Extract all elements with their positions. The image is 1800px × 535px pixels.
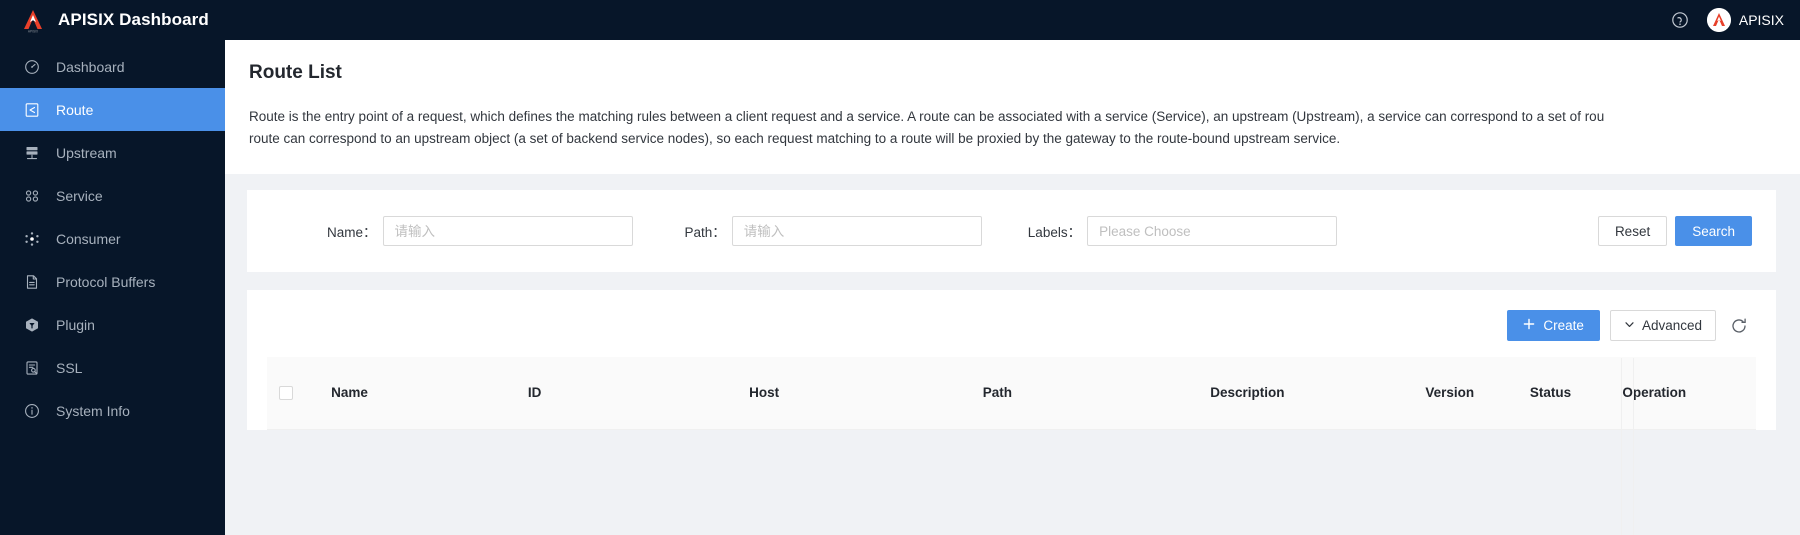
search-input-name[interactable] [382, 216, 633, 246]
column-header-host[interactable]: Host [739, 357, 973, 430]
create-button-label: Create [1543, 318, 1584, 333]
labels-field-group: Labels： [1027, 216, 1338, 246]
search-actions: Reset Search [1597, 216, 1752, 246]
sidebar-item-consumer[interactable]: Consumer [0, 217, 225, 260]
sidebar-item-label: Upstream [56, 144, 117, 161]
path-field-group: Path： [685, 216, 982, 246]
question-circle-icon[interactable] [1671, 11, 1689, 29]
ssl-icon [24, 360, 40, 376]
sidebar-item-label: System Info [56, 402, 130, 419]
create-button[interactable]: Create [1507, 310, 1600, 341]
sidebar-item-plugin[interactable]: Plugin [0, 303, 225, 346]
search-button[interactable]: Search [1675, 216, 1752, 246]
sidebar-item-service[interactable]: Service [0, 174, 225, 217]
sidebar-item-label: SSL [56, 359, 83, 376]
search-input-path[interactable] [731, 216, 982, 246]
column-header-operation[interactable]: Operation [1608, 357, 1756, 430]
reset-button[interactable]: Reset [1597, 216, 1668, 246]
page-header: Route List Route is the entry point of a… [225, 40, 1800, 174]
info-circle-icon [24, 403, 40, 419]
service-icon [24, 188, 40, 204]
advanced-button[interactable]: Advanced [1609, 310, 1716, 341]
sidebar-item-dashboard[interactable]: Dashboard [0, 45, 225, 88]
table-column-divider-right [1633, 358, 1634, 535]
advanced-button-label: Advanced [1641, 318, 1702, 333]
file-icon [24, 274, 40, 290]
plus-icon [1523, 318, 1535, 333]
page-description-line-1: Route is the entry point of a request, w… [249, 109, 1605, 124]
search-row: Name： Path： Labels： Reset Search [275, 216, 1752, 246]
page-description: Route is the entry point of a request, w… [249, 106, 1776, 150]
sidebar: APISIX APISIX Dashboard Dashboard Route … [0, 0, 225, 535]
column-header-version[interactable]: Version [1415, 357, 1520, 430]
search-panel: Name： Path： Labels： Reset Search [247, 190, 1776, 272]
sidebar-item-label: Consumer [56, 230, 121, 247]
name-label: Name： [327, 225, 377, 240]
search-input-labels[interactable] [1087, 216, 1338, 246]
sidebar-item-protocol-buffers[interactable]: Protocol Buffers [0, 260, 225, 303]
select-all-checkbox[interactable] [279, 385, 293, 400]
sidebar-item-ssl[interactable]: SSL [0, 346, 225, 389]
top-header: APISIX [225, 0, 1800, 40]
column-header-id[interactable]: ID [517, 357, 740, 430]
page-description-line-2: route can correspond to an upstream obje… [249, 131, 1341, 146]
table-column-divider-left [1621, 358, 1622, 535]
route-table: Name ID Host Path Description Version St… [267, 357, 1756, 430]
labels-label: Labels： [1027, 225, 1082, 240]
sidebar-item-label: Service [56, 187, 103, 204]
table-header-row: Name ID Host Path Description Version St… [267, 357, 1756, 430]
sidebar-item-label: Plugin [56, 316, 95, 333]
main-content: Route List Route is the entry point of a… [225, 40, 1800, 535]
apisix-dashboard-app: APISIX APISIX Dashboard Dashboard Route … [0, 0, 1800, 535]
upstream-icon [24, 145, 40, 161]
sidebar-item-upstream[interactable]: Upstream [0, 131, 225, 174]
apisix-avatar-icon [1706, 8, 1731, 32]
sidebar-nav: Dashboard Route Upstream Service Consume… [0, 40, 225, 432]
sidebar-item-system-info[interactable]: System Info [0, 389, 225, 432]
brand-title: APISIX Dashboard [58, 10, 209, 29]
column-header-description[interactable]: Description [1200, 357, 1416, 430]
route-table-panel: Create Advanced Name ID Host Path Descri… [247, 290, 1776, 430]
sidebar-item-route[interactable]: Route [0, 88, 225, 131]
sidebar-item-label: Protocol Buffers [56, 273, 156, 290]
dashboard-icon [24, 59, 40, 75]
chevron-down-icon [1624, 318, 1635, 333]
table-toolbar: Create Advanced [267, 306, 1756, 357]
name-field-group: Name： [327, 216, 633, 246]
select-all-cell [267, 357, 322, 430]
column-header-status[interactable]: Status [1519, 357, 1609, 430]
page-title: Route List [249, 62, 342, 83]
apisix-logo-icon: APISIX [20, 7, 46, 34]
path-label: Path： [684, 225, 726, 240]
sidebar-item-label: Route [56, 101, 94, 118]
sidebar-item-label: Dashboard [56, 58, 125, 75]
consumer-icon [24, 231, 40, 247]
column-header-path[interactable]: Path [972, 357, 1201, 430]
svg-text:APISIX: APISIX [28, 30, 39, 34]
plugin-icon [24, 317, 40, 333]
brand[interactable]: APISIX APISIX Dashboard [0, 0, 225, 40]
user-menu[interactable]: APISIX [1706, 8, 1784, 32]
user-name: APISIX [1738, 12, 1784, 28]
route-icon [24, 102, 40, 118]
refresh-icon[interactable] [1730, 317, 1748, 335]
table-head: Name ID Host Path Description Version St… [267, 357, 1756, 430]
column-header-name[interactable]: Name [321, 357, 518, 430]
